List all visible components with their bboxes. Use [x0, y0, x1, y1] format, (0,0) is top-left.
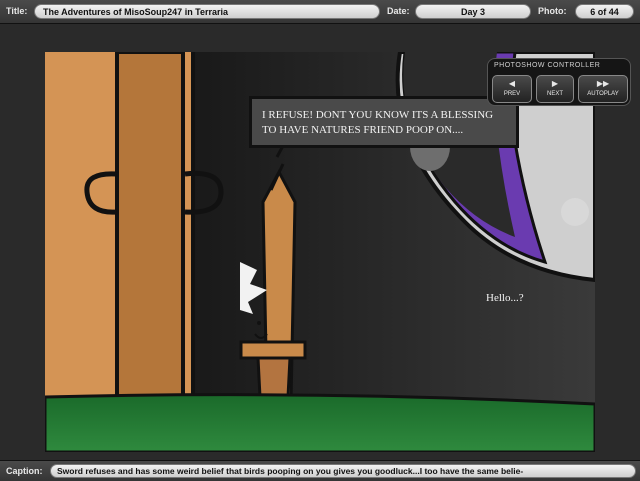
date-field: Day 3	[415, 4, 531, 19]
photo-counter: 6 of 44	[575, 4, 634, 19]
autoplay-button[interactable]: ▶▶ AUTOPLAY	[578, 75, 628, 103]
prev-label: PREV	[503, 91, 521, 97]
hello-text: Hello...?	[486, 292, 524, 304]
autoplay-icon: ▶▶	[596, 79, 610, 88]
speech-bubble: I REFUSE! DONT YOU KNOW ITS A BLESSING T…	[249, 96, 519, 148]
header-bar: Title: The Adventures of MisoSoup247 in …	[0, 0, 640, 24]
title-field: The Adventures of MisoSoup247 in Terrari…	[34, 4, 380, 19]
prev-arrow-icon: ◀	[508, 79, 516, 88]
photo-label: Photo:	[538, 6, 567, 16]
next-arrow-icon: ▶	[551, 79, 559, 88]
title-label: Title:	[6, 6, 28, 16]
photo-stage: I REFUSE! DONT YOU KNOW ITS A BLESSING T…	[0, 24, 640, 460]
caption-field: Sword refuses and has some weird belief …	[50, 464, 636, 478]
next-label: NEXT	[546, 91, 563, 97]
date-label: Date:	[387, 6, 410, 16]
controller-title: PHOTOSHOW CONTROLLER	[494, 62, 601, 69]
prev-button[interactable]: ◀ PREV	[492, 75, 532, 103]
next-button[interactable]: ▶ NEXT	[536, 75, 574, 103]
caption-bar: Caption: Sword refuses and has some weir…	[0, 460, 640, 481]
autoplay-label: AUTOPLAY	[587, 91, 619, 97]
caption-label: Caption:	[6, 466, 43, 476]
photoshow-controller: PHOTOSHOW CONTROLLER ◀ PREV ▶ NEXT ▶▶ AU…	[487, 58, 631, 106]
